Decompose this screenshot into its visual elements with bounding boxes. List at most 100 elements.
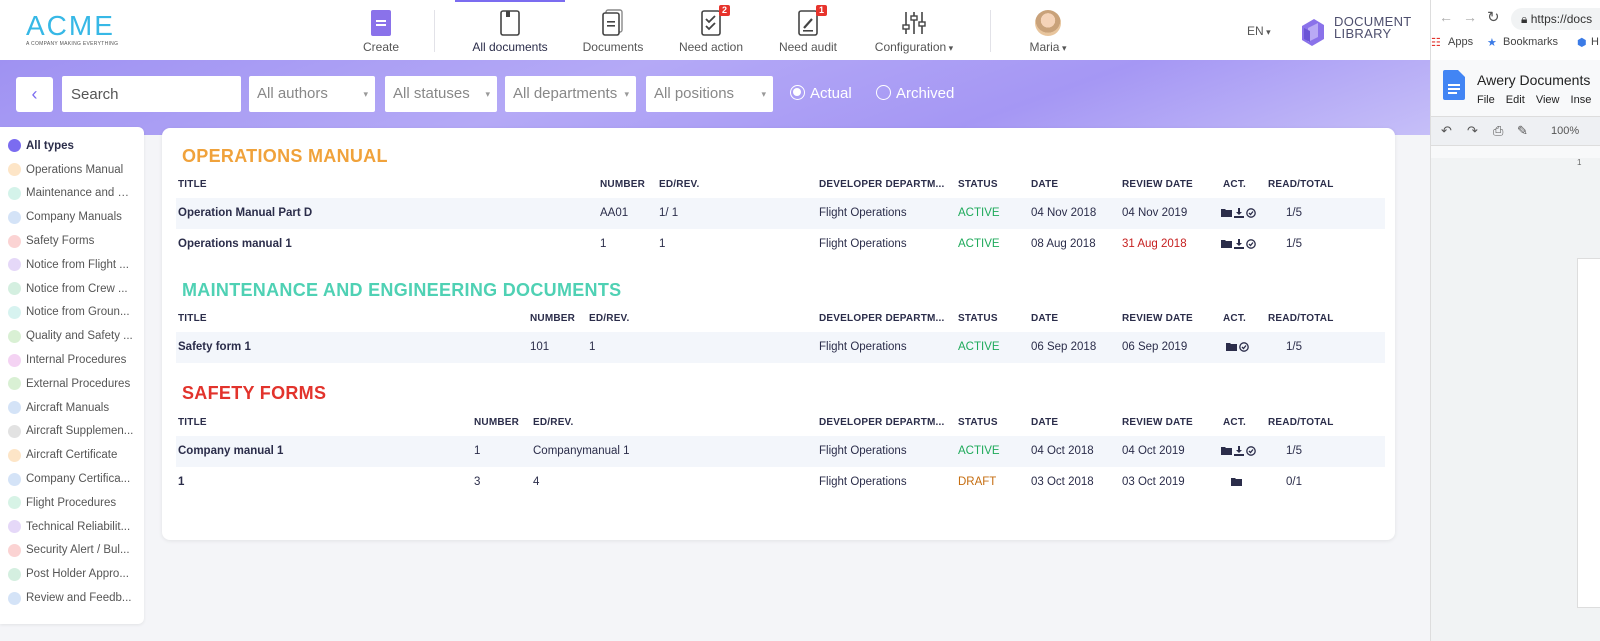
check-circle-icon[interactable]	[1246, 239, 1258, 250]
document-title[interactable]: 1	[178, 467, 184, 498]
column-header-title[interactable]: TITLE	[178, 179, 207, 190]
authors-select[interactable]: All authors	[249, 76, 375, 112]
check-circle-icon[interactable]	[1246, 446, 1258, 457]
nav-all-documents[interactable]: All documents	[455, 0, 565, 60]
radio-actual[interactable]: Actual	[790, 85, 852, 102]
nav-user-menu[interactable]: Maria	[1016, 0, 1080, 60]
folder-open-icon[interactable]	[1226, 342, 1239, 353]
sidebar-item[interactable]: Quality and Safety ...	[0, 324, 144, 348]
column-header-status[interactable]: STATUS	[958, 313, 998, 324]
table-row[interactable]: Company manual 1 1 Companymanual 1 Flight O…	[176, 436, 1385, 467]
column-header-number[interactable]: NUMBER	[474, 417, 519, 428]
column-header-date[interactable]: DATE	[1031, 417, 1058, 428]
column-header-review-date[interactable]: REVIEW DATE	[1122, 417, 1193, 428]
column-header-title[interactable]: TITLE	[178, 417, 207, 428]
check-circle-icon[interactable]	[1246, 208, 1258, 219]
back-arrow-icon[interactable]: ←	[1439, 9, 1453, 25]
document-title[interactable]: Company manual 1	[178, 436, 283, 467]
column-header-developer[interactable]: DEVELOPER DEPARTM...	[819, 313, 945, 324]
column-header-developer[interactable]: DEVELOPER DEPARTM...	[819, 179, 945, 190]
forward-arrow-icon[interactable]: →	[1463, 9, 1477, 25]
departments-select[interactable]: All departments	[505, 76, 636, 112]
download-icon[interactable]	[1234, 239, 1246, 250]
column-header-ed-rev[interactable]: ED/REV.	[589, 313, 630, 324]
sidebar-item[interactable]: Operations Manual	[0, 158, 144, 182]
sidebar-item[interactable]: Notice from Groun...	[0, 301, 144, 325]
nav-documents[interactable]: Documents	[576, 0, 650, 60]
sidebar-item[interactable]: Technical Reliabilit...	[0, 515, 144, 539]
column-header-read-total[interactable]: READ/TOTAL	[1268, 179, 1334, 190]
address-bar[interactable]: 🔒︎ https://docs	[1511, 8, 1600, 30]
sidebar-item[interactable]: Aircraft Supplemen...	[0, 420, 144, 444]
sidebar-item[interactable]: Aircraft Certificate	[0, 443, 144, 467]
reload-icon[interactable]: ↻	[1487, 8, 1500, 26]
paint-format-icon[interactable]: ✎	[1517, 123, 1528, 139]
language-selector[interactable]: EN	[1247, 24, 1271, 38]
column-header-read-total[interactable]: READ/TOTAL	[1268, 417, 1334, 428]
search-input[interactable]	[62, 76, 241, 112]
table-row[interactable]: Operation Manual Part D AA01 1/ 1 Flight Op…	[176, 198, 1385, 229]
folder-open-icon[interactable]	[1231, 477, 1244, 488]
back-button[interactable]: ‹	[16, 77, 53, 112]
sidebar-item[interactable]: Flight Procedures	[0, 491, 144, 515]
sidebar-item[interactable]: Notice from Crew ...	[0, 277, 144, 301]
undo-icon[interactable]: ↶	[1441, 123, 1452, 139]
docs-menu-view[interactable]: View	[1536, 94, 1560, 106]
document-title[interactable]: Operations manual 1	[178, 229, 292, 260]
sidebar-item[interactable]: Notice from Flight ...	[0, 253, 144, 277]
column-header-act[interactable]: ACT.	[1223, 417, 1246, 428]
folder-open-icon[interactable]	[1221, 446, 1234, 457]
nav-need-audit[interactable]: 1 Need audit	[770, 0, 846, 60]
column-header-number[interactable]: NUMBER	[600, 179, 645, 190]
bookmark-apps[interactable]: Apps	[1448, 36, 1473, 48]
column-header-status[interactable]: STATUS	[958, 417, 998, 428]
sidebar-item[interactable]: Review and Feedb...	[0, 586, 144, 610]
sidebar-item[interactable]: Internal Procedures	[0, 348, 144, 372]
sidebar-item[interactable]: All types	[0, 134, 144, 158]
docs-document-title[interactable]: Awery Documents	[1477, 72, 1590, 88]
docs-menu-edit[interactable]: Edit	[1506, 94, 1525, 106]
zoom-select[interactable]: 100%	[1551, 125, 1579, 137]
table-row[interactable]: Operations manual 1 1 1 Flight Operations AC…	[176, 229, 1385, 260]
statuses-select[interactable]: All statuses	[385, 76, 497, 112]
nav-create[interactable]: Create	[346, 0, 416, 60]
column-header-ed-rev[interactable]: ED/REV.	[533, 417, 574, 428]
column-header-review-date[interactable]: REVIEW DATE	[1122, 313, 1193, 324]
folder-open-icon[interactable]	[1221, 239, 1234, 250]
check-circle-icon[interactable]	[1239, 342, 1251, 353]
sidebar-item[interactable]: Safety Forms	[0, 229, 144, 253]
sidebar-item[interactable]: Maintenance and E...	[0, 182, 144, 206]
bookmark-extra[interactable]: H	[1591, 36, 1599, 48]
column-header-review-date[interactable]: REVIEW DATE	[1122, 179, 1193, 190]
radio-archived[interactable]: Archived	[876, 85, 954, 102]
column-header-developer[interactable]: DEVELOPER DEPARTM...	[819, 417, 945, 428]
table-row[interactable]: Safety form 1 101 1 Flight Operations ACTIVE…	[176, 332, 1385, 363]
table-row[interactable]: 1 3 4 Flight Operations DRAFT 03 Oct 2018 03 O…	[176, 467, 1385, 498]
column-header-act[interactable]: ACT.	[1223, 179, 1246, 190]
sidebar-item[interactable]: Security Alert / Bul...	[0, 539, 144, 563]
sidebar-item[interactable]: External Procedures	[0, 372, 144, 396]
bookmark-bookmarks[interactable]: Bookmarks	[1503, 36, 1558, 48]
docs-menu-insert[interactable]: Inse	[1571, 94, 1592, 106]
column-header-read-total[interactable]: READ/TOTAL	[1268, 313, 1334, 324]
column-header-date[interactable]: DATE	[1031, 313, 1058, 324]
redo-icon[interactable]: ↷	[1467, 123, 1478, 139]
sidebar-item[interactable]: Post Holder Appro...	[0, 562, 144, 586]
column-header-number[interactable]: NUMBER	[530, 313, 575, 324]
download-icon[interactable]	[1234, 446, 1246, 457]
docs-menu-file[interactable]: File	[1477, 94, 1495, 106]
column-header-date[interactable]: DATE	[1031, 179, 1058, 190]
folder-open-icon[interactable]	[1221, 208, 1234, 219]
column-header-act[interactable]: ACT.	[1223, 313, 1246, 324]
print-icon[interactable]: ⎙	[1493, 123, 1503, 139]
positions-select[interactable]: All positions	[646, 76, 773, 112]
sidebar-item[interactable]: Company Manuals	[0, 205, 144, 229]
column-header-status[interactable]: STATUS	[958, 179, 998, 190]
column-header-ed-rev[interactable]: ED/REV.	[659, 179, 700, 190]
document-title[interactable]: Operation Manual Part D	[178, 198, 312, 229]
nav-need-action[interactable]: 2 Need action	[672, 0, 750, 60]
sidebar-item[interactable]: Company Certifica...	[0, 467, 144, 491]
column-header-title[interactable]: TITLE	[178, 313, 207, 324]
docs-page[interactable]	[1577, 258, 1600, 608]
nav-configuration[interactable]: Configuration	[866, 0, 962, 60]
